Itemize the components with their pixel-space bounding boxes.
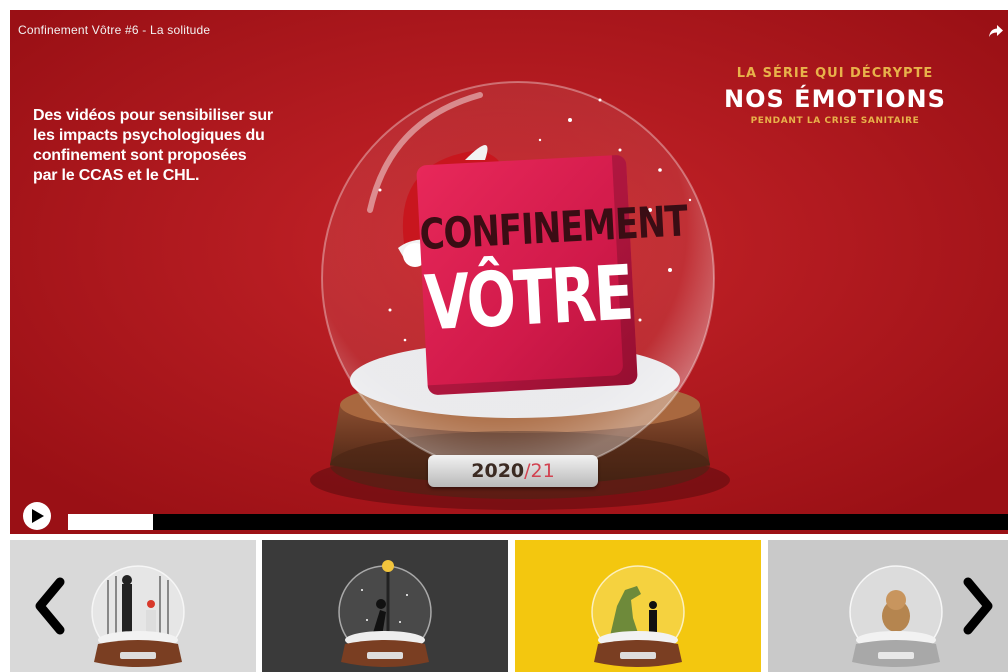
video-title[interactable]: Confinement Vôtre #6 - La solitude (18, 23, 210, 37)
caption-line: les impacts psychologiques du (33, 127, 265, 144)
year-main: 2020 (471, 460, 525, 482)
play-icon (32, 509, 44, 523)
video-player[interactable]: Confinement Vôtre #6 - La solitude Des v… (10, 10, 1008, 534)
thumbnail-strip (10, 540, 1008, 672)
series-line-3: PENDANT LA CRISE SANITAIRE (750, 116, 920, 126)
chevron-left-icon[interactable] (30, 576, 70, 636)
thumbnail-video-3[interactable] (515, 540, 761, 672)
progress-fill (68, 514, 153, 530)
caption-line: par le CCAS et le CHL. (33, 167, 200, 184)
progress-bar[interactable] (68, 514, 1008, 530)
caption-text: Des vidéos pour sensibiliser sur les imp… (33, 106, 323, 186)
series-tagline: LA SÉRIE QUI DÉCRYPTE NOS ÉMOTIONS PENDA… (700, 66, 970, 126)
player-controls (10, 500, 1008, 534)
share-icon[interactable] (988, 24, 1004, 38)
chevron-right-icon[interactable] (958, 576, 998, 636)
caption-line: Des vidéos pour sensibiliser sur (33, 107, 273, 124)
title-cube: CONFINEMENT VÔTRE (416, 154, 688, 396)
thumbnail-image (262, 540, 508, 672)
thumbnail-video-2[interactable] (262, 540, 508, 672)
thumbnail-image (515, 540, 761, 672)
year-plaque: 2020/21 (428, 455, 598, 487)
caption-line: confinement sont proposées (33, 147, 247, 164)
play-button[interactable] (23, 502, 51, 530)
cube-title-line-2: VÔTRE (422, 248, 634, 348)
series-line-2: NOS ÉMOTIONS (724, 85, 946, 113)
year-end: 21 (530, 460, 555, 482)
series-line-1: LA SÉRIE QUI DÉCRYPTE (736, 66, 934, 81)
